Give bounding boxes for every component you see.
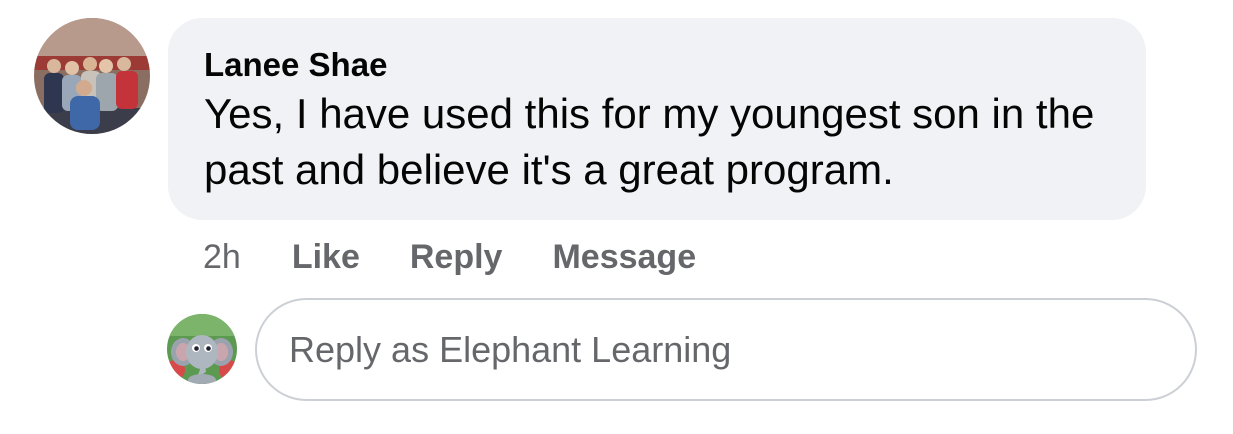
elephant-mascot-icon [167,314,237,384]
reply-avatar[interactable] [167,314,237,384]
message-button[interactable]: Message [552,238,696,277]
reply-input[interactable] [289,328,1149,371]
reply-button[interactable]: Reply [410,238,503,277]
profile-photo-icon [34,18,150,134]
like-button[interactable]: Like [292,238,360,277]
commenter-avatar[interactable] [34,18,150,134]
reply-input-container[interactable] [255,298,1197,401]
comment-timestamp[interactable]: 2h [203,238,241,277]
comment-bubble: Lanee Shae Yes, I have used this for my … [168,18,1146,220]
comment-actions: 2h Like Reply Message [203,236,746,278]
comment-text: Yes, I have used this for my youngest so… [204,90,1095,193]
comment-thread: Lanee Shae Yes, I have used this for my … [0,0,1233,434]
comment-author[interactable]: Lanee Shae [204,46,1110,84]
